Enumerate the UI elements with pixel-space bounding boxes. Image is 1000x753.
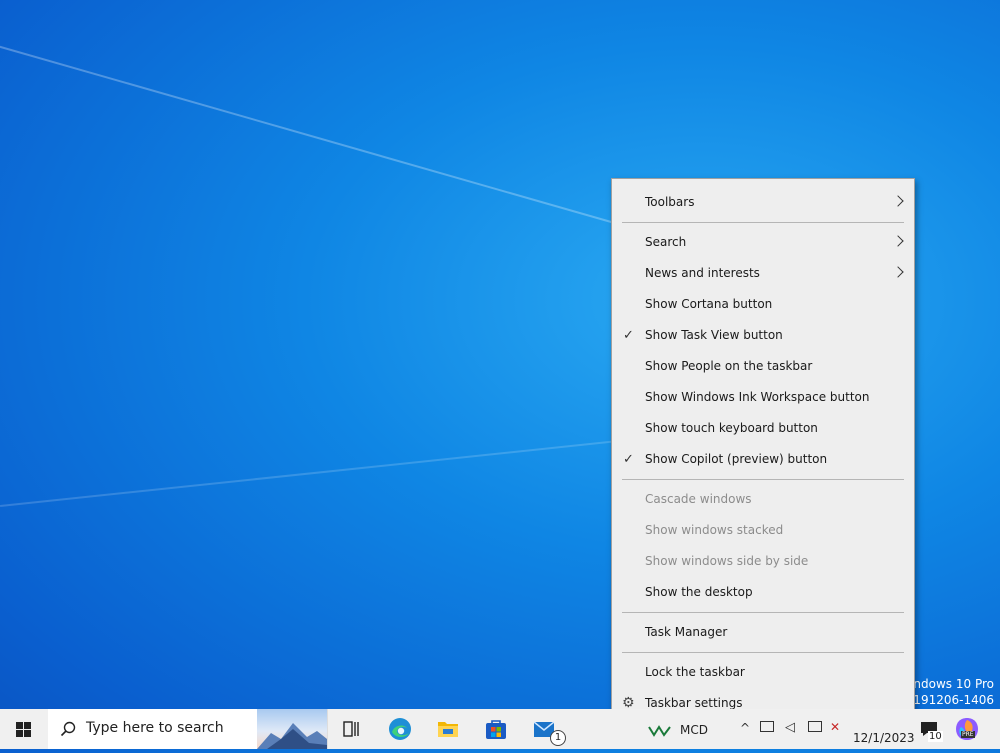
menu-item-show-people[interactable]: Show People on the taskbar — [612, 351, 914, 382]
menu-item-label: Show the desktop — [645, 585, 753, 599]
edge-button[interactable] — [376, 709, 424, 749]
taskbar: Type here to search 1 MCD ^ ◁ ✕ 12/1/202… — [0, 709, 1000, 749]
menu-item-show-touch-keyboard[interactable]: Show touch keyboard button — [612, 413, 914, 444]
display-icon[interactable] — [808, 721, 822, 732]
search-placeholder: Type here to search — [86, 720, 224, 736]
network-icon[interactable] — [760, 721, 774, 732]
microsoft-store-button[interactable] — [472, 709, 520, 749]
search-highlight-image — [257, 709, 327, 749]
menu-item-label: Show Windows Ink Workspace button — [645, 390, 870, 404]
task-view-icon — [343, 721, 359, 737]
menu-item-label: Cascade windows — [645, 492, 752, 506]
menu-separator — [622, 652, 904, 653]
checkmark-icon: ✓ — [623, 328, 634, 343]
chevron-right-icon — [892, 195, 904, 207]
folder-icon — [438, 722, 458, 737]
edge-icon — [389, 718, 411, 740]
menu-item-windows-side-by-side: Show windows side by side — [612, 546, 914, 577]
chevron-up-icon[interactable]: ^ — [740, 721, 750, 735]
menu-item-label: Task Manager — [645, 625, 728, 639]
menu-item-cascade-windows: Cascade windows — [612, 484, 914, 515]
menu-item-show-desktop[interactable]: Show the desktop — [612, 577, 914, 608]
clock-date[interactable]: 12/1/2023 — [853, 731, 915, 745]
battery-warning-icon[interactable]: ✕ — [830, 720, 840, 734]
menu-item-label: Lock the taskbar — [645, 665, 745, 679]
menu-item-show-cortana[interactable]: Show Cortana button — [612, 289, 914, 320]
chevron-right-icon — [892, 266, 904, 278]
light-beam — [0, 40, 634, 230]
taskbar-search-box[interactable]: Type here to search — [48, 709, 328, 749]
menu-item-label: News and interests — [645, 266, 760, 280]
menu-item-label: Show People on the taskbar — [645, 359, 813, 373]
store-icon — [486, 720, 506, 739]
mail-button[interactable]: 1 — [520, 709, 568, 749]
task-view-button[interactable] — [328, 709, 376, 749]
menu-separator — [622, 612, 904, 613]
menu-item-windows-stacked: Show windows stacked — [612, 515, 914, 546]
checkmark-icon: ✓ — [623, 452, 634, 467]
file-explorer-button[interactable] — [424, 709, 472, 749]
menu-item-label: Show touch keyboard button — [645, 421, 818, 435]
menu-item-label: Show Cortana button — [645, 297, 773, 311]
speaker-icon[interactable]: ◁ — [785, 720, 795, 735]
menu-item-toolbars[interactable]: Toolbars — [612, 187, 914, 218]
menu-item-show-copilot[interactable]: ✓ Show Copilot (preview) button — [612, 444, 914, 475]
search-icon — [60, 721, 76, 737]
notification-count: 10 — [928, 731, 943, 742]
menu-item-label: Show Copilot (preview) button — [645, 452, 828, 466]
menu-separator — [622, 479, 904, 480]
menu-separator — [622, 222, 904, 223]
menu-item-label: Show windows side by side — [645, 554, 809, 568]
menu-item-show-ink-workspace[interactable]: Show Windows Ink Workspace button — [612, 382, 914, 413]
menu-item-lock-taskbar[interactable]: Lock the taskbar — [612, 657, 914, 688]
menu-item-label: Toolbars — [645, 195, 695, 209]
menu-item-search[interactable]: Search — [612, 227, 914, 258]
menu-item-show-task-view[interactable]: ✓ Show Task View button — [612, 320, 914, 351]
chevron-right-icon — [892, 235, 904, 247]
copilot-button[interactable]: PRE — [955, 717, 979, 741]
action-center-button[interactable]: 10 — [916, 719, 944, 745]
weather-text[interactable]: MCD — [680, 723, 708, 737]
menu-item-label: Search — [645, 235, 687, 249]
menu-item-label: Show Task View button — [645, 328, 783, 342]
menu-item-news-and-interests[interactable]: News and interests — [612, 258, 914, 289]
mail-badge: 1 — [550, 730, 566, 746]
light-beam — [0, 438, 637, 507]
taskbar-context-menu: Toolbars Search News and interests Show … — [611, 178, 915, 729]
weather-icon[interactable] — [648, 725, 672, 737]
menu-item-task-manager[interactable]: Task Manager — [612, 617, 914, 648]
copilot-preview-label: PRE — [961, 731, 975, 738]
menu-item-label: Show windows stacked — [645, 523, 784, 537]
menu-item-label: Taskbar settings — [645, 696, 743, 710]
start-button[interactable] — [0, 709, 48, 749]
